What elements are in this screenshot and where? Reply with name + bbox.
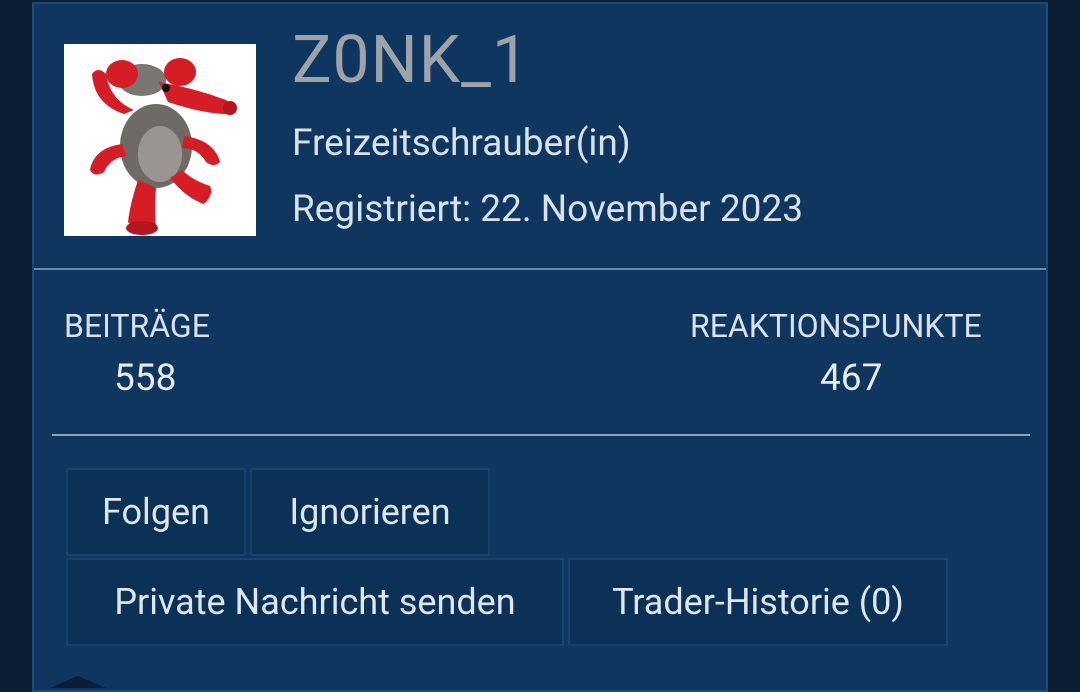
reactions-label: REAKTIONSPUNKTE: [690, 307, 982, 345]
divider: [52, 434, 1030, 436]
posts-label: BEITRÄGE: [64, 307, 210, 345]
reactions-count[interactable]: 467: [820, 360, 882, 397]
plush-mouse-avatar-icon: [64, 44, 256, 236]
follow-button[interactable]: Folgen: [66, 468, 246, 556]
user-title: Freizeitschrauber(in): [292, 122, 631, 165]
page-background: Z0NK_1 Freizeitschrauber(in) Registriert…: [0, 0, 1080, 692]
registration-date: Registriert: 22. November 2023: [292, 188, 804, 231]
ignore-button[interactable]: Ignorieren: [250, 468, 490, 556]
profile-header: Z0NK_1 Freizeitschrauber(in) Registriert…: [34, 4, 1046, 270]
private-message-button[interactable]: Private Nachricht senden: [66, 558, 564, 646]
tooltip-pointer: [50, 676, 106, 688]
username[interactable]: Z0NK_1: [292, 28, 530, 94]
member-tooltip-card: Z0NK_1 Freizeitschrauber(in) Registriert…: [32, 2, 1048, 692]
trader-history-button[interactable]: Trader-Historie (0): [568, 558, 948, 646]
avatar[interactable]: [64, 44, 256, 236]
posts-count[interactable]: 558: [114, 360, 176, 397]
